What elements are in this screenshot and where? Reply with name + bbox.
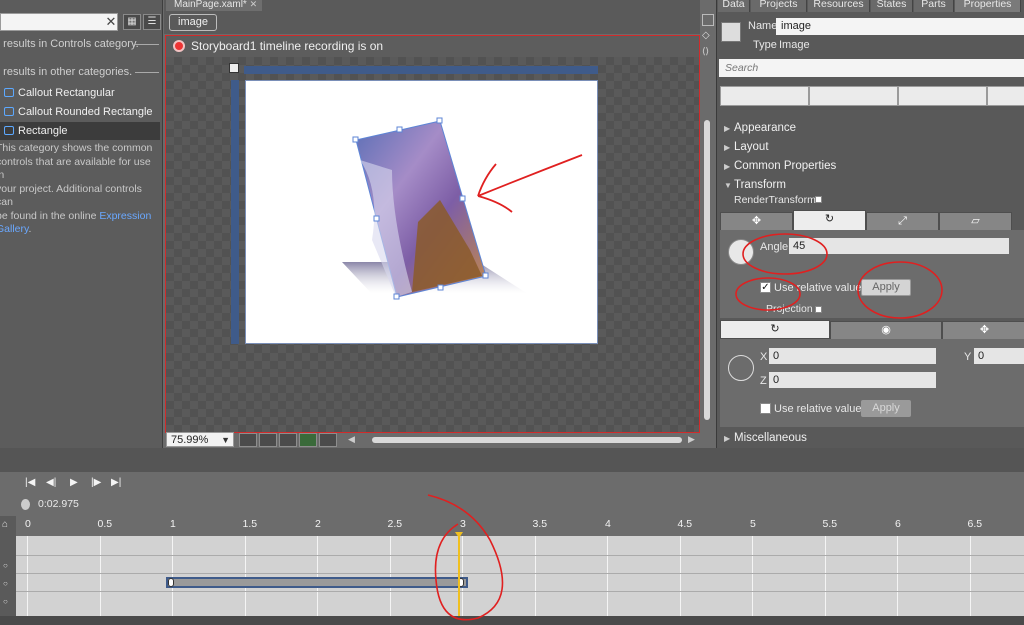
timeline-annotation (427, 494, 504, 621)
annotation-loop (427, 494, 504, 621)
